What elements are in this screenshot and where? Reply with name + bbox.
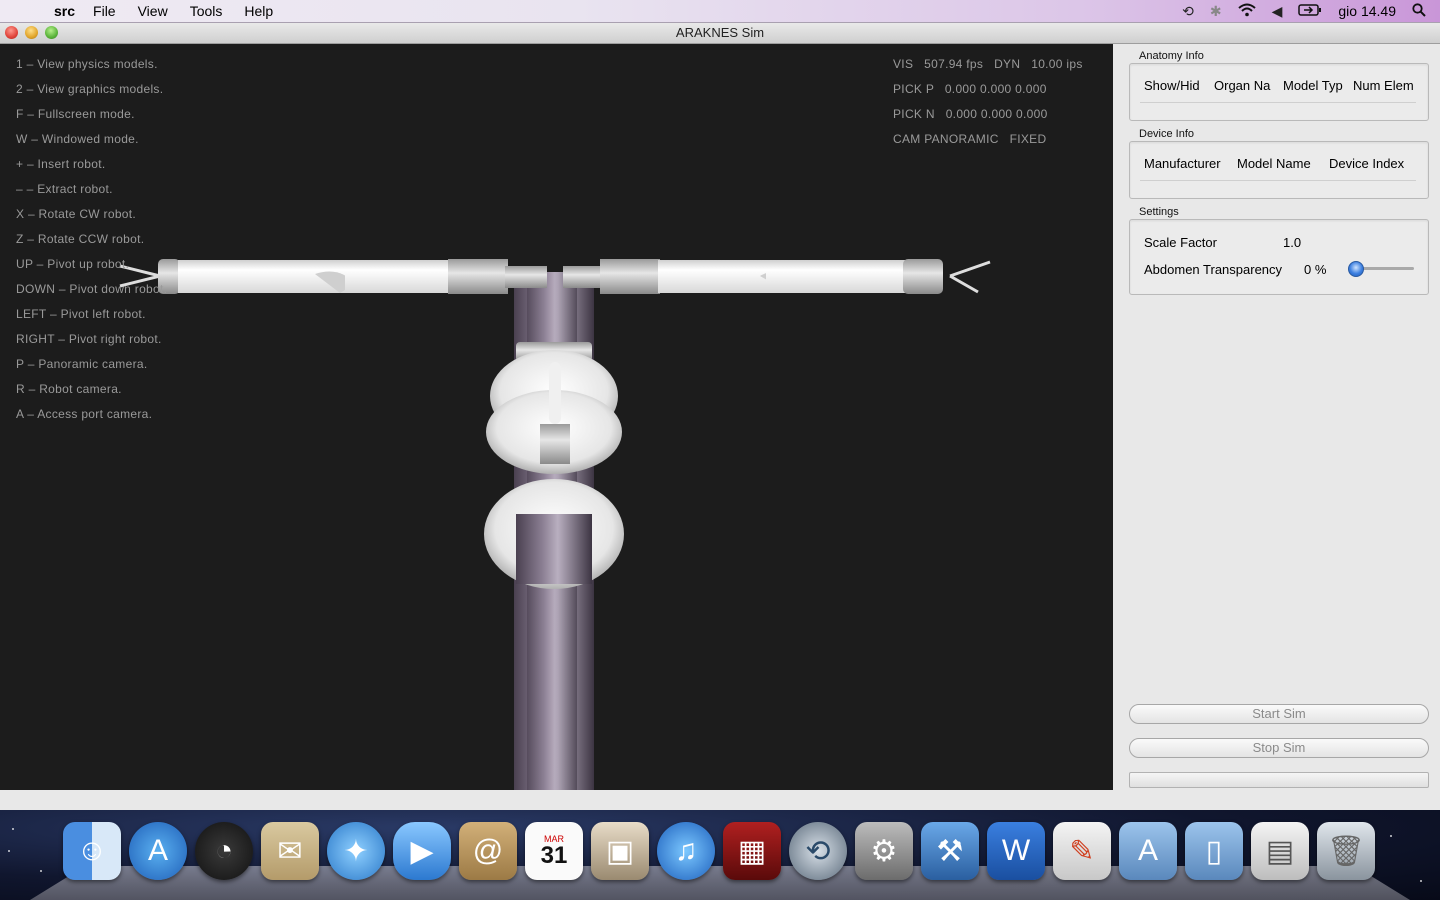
wifi-icon[interactable] — [1237, 3, 1256, 20]
menu-file[interactable]: File — [93, 3, 116, 19]
settings-box: Scale Factor 1.0 Abdomen Transparency 0 … — [1129, 219, 1429, 295]
settings-title: Settings — [1139, 206, 1179, 218]
dock-area: ☺ A ◔ ✉ ✦ ▶ @ MAR 31 ▣ ♫ ▦ ⟲ ⚙ ⚒ W ✎ A ▯… — [0, 810, 1440, 900]
help-line: X – Rotate CW robot. — [16, 207, 137, 221]
time-machine-icon[interactable]: ⟲ — [789, 822, 847, 880]
finder-icon[interactable]: ☺ — [63, 822, 121, 880]
help-line: W – Windowed mode. — [16, 132, 139, 146]
app-menu[interactable]: src — [54, 3, 75, 19]
side-panel: Anatomy Info Show/Hid Organ Na Model Typ… — [1113, 44, 1440, 810]
column-organ-name[interactable]: Organ Na — [1214, 78, 1283, 93]
table-divider — [1140, 180, 1416, 181]
help-line: 2 – View graphics models. — [16, 82, 164, 96]
menu-help[interactable]: Help — [244, 3, 273, 19]
pick-position-readout: PICK P 0.000 0.000 0.000 — [893, 82, 1047, 96]
render-stats: VIS 507.94 fps DYN 10.00 ips PICK P 0.00… — [893, 56, 1083, 156]
help-line: F – Fullscreen mode. — [16, 107, 135, 121]
ical-day: 31 — [540, 841, 568, 869]
window-titlebar[interactable]: ARAKNES Sim — [0, 23, 1440, 44]
iphoto-icon[interactable]: ▣ — [591, 822, 649, 880]
fps-readout: VIS 507.94 fps DYN 10.00 ips — [893, 57, 1083, 71]
menu-tools[interactable]: Tools — [190, 3, 223, 19]
help-line: A – Access port camera. — [16, 407, 153, 421]
column-show-hide[interactable]: Show/Hid — [1144, 78, 1214, 93]
spotlight-search-icon[interactable] — [1412, 2, 1426, 20]
bluetooth-icon[interactable]: ✱ — [1210, 3, 1222, 20]
ical-icon[interactable]: MAR 31 — [525, 822, 583, 880]
help-line: DOWN – Pivot down robot. — [16, 282, 168, 296]
column-model-type[interactable]: Model Typ — [1283, 78, 1353, 93]
column-model-name[interactable]: Model Name — [1237, 156, 1329, 171]
window-title: ARAKNES Sim — [675, 25, 765, 40]
facetime-icon[interactable]: ▶ — [393, 822, 451, 880]
mail-icon[interactable]: ✉ — [261, 822, 319, 880]
app-window: ARAKNES Sim 1 – View physics models. 2 –… — [0, 23, 1440, 810]
column-device-index[interactable]: Device Index — [1329, 156, 1404, 171]
scale-factor-value[interactable]: 1.0 — [1283, 235, 1301, 250]
transparency-slider-knob[interactable] — [1348, 261, 1364, 277]
progress-bar — [1129, 772, 1429, 788]
dock: ☺ A ◔ ✉ ✦ ▶ @ MAR 31 ▣ ♫ ▦ ⟲ ⚙ ⚒ W ✎ A ▯… — [63, 822, 1375, 880]
camera-mode-readout: CAM PANORAMIC FIXED — [893, 132, 1047, 146]
help-line: Z – Rotate CCW robot. — [16, 232, 145, 246]
zoom-window-button[interactable] — [45, 26, 58, 39]
anatomy-info-title: Anatomy Info — [1139, 50, 1204, 62]
applications-folder-icon[interactable]: A — [1119, 822, 1177, 880]
table-divider — [1140, 102, 1416, 103]
stop-sim-button[interactable]: Stop Sim — [1129, 738, 1429, 758]
anatomy-info-table[interactable]: Show/Hid Organ Na Model Typ Num Elem — [1129, 63, 1429, 121]
keyboard-help-list: 1 – View physics models. 2 – View graphi… — [16, 56, 167, 431]
trash-icon[interactable]: 🗑 — [1317, 822, 1375, 880]
help-line: 1 – View physics models. — [16, 57, 158, 71]
app-store-icon[interactable]: A — [129, 822, 187, 880]
photo-booth-icon[interactable]: ▦ — [723, 822, 781, 880]
battery-icon[interactable] — [1298, 3, 1322, 19]
help-line: LEFT – Pivot left robot. — [16, 307, 146, 321]
minimize-window-button[interactable] — [25, 26, 38, 39]
help-line: + – Insert robot. — [16, 157, 106, 171]
help-line: – – Extract robot. — [16, 182, 113, 196]
menu-clock[interactable]: gio 14.49 — [1338, 3, 1396, 19]
documents-folder-icon[interactable]: ▯ — [1185, 822, 1243, 880]
start-sim-button[interactable]: Start Sim — [1129, 704, 1429, 724]
device-info-table[interactable]: Manufacturer Model Name Device Index — [1129, 141, 1429, 199]
scale-factor-label: Scale Factor — [1144, 235, 1217, 250]
volume-icon[interactable]: ◀ — [1272, 3, 1283, 20]
device-info-title: Device Info — [1139, 128, 1195, 140]
xcode-icon[interactable]: ⚒ — [921, 822, 979, 880]
help-line: P – Panoramic camera. — [16, 357, 148, 371]
time-machine-status-icon[interactable]: ⟲ — [1182, 3, 1194, 20]
menu-view[interactable]: View — [138, 3, 168, 19]
file-icon[interactable]: ▤ — [1251, 822, 1309, 880]
system-preferences-icon[interactable]: ⚙ — [855, 822, 913, 880]
abdomen-transparency-value: 0 % — [1304, 262, 1327, 277]
help-line: R – Robot camera. — [16, 382, 122, 396]
itunes-icon[interactable]: ♫ — [657, 822, 715, 880]
script-editor-icon[interactable]: ✎ — [1053, 822, 1111, 880]
pick-normal-readout: PICK N 0.000 0.000 0.000 — [893, 107, 1048, 121]
address-book-icon[interactable]: @ — [459, 822, 517, 880]
simulation-viewport[interactable]: 1 – View physics models. 2 – View graphi… — [0, 44, 1113, 790]
close-window-button[interactable] — [5, 26, 18, 39]
help-line: RIGHT – Pivot right robot. — [16, 332, 162, 346]
column-manufacturer[interactable]: Manufacturer — [1144, 156, 1237, 171]
menu-bar: src File View Tools Help ⟲ ✱ ◀ gio 14.49 — [0, 0, 1440, 23]
word-icon[interactable]: W — [987, 822, 1045, 880]
abdomen-transparency-label: Abdomen Transparency — [1144, 262, 1283, 277]
safari-icon[interactable]: ✦ — [327, 822, 385, 880]
column-num-elements[interactable]: Num Elem — [1353, 78, 1416, 93]
help-line: UP – Pivot up robot. — [16, 257, 130, 271]
dashboard-icon[interactable]: ◔ — [195, 822, 253, 880]
